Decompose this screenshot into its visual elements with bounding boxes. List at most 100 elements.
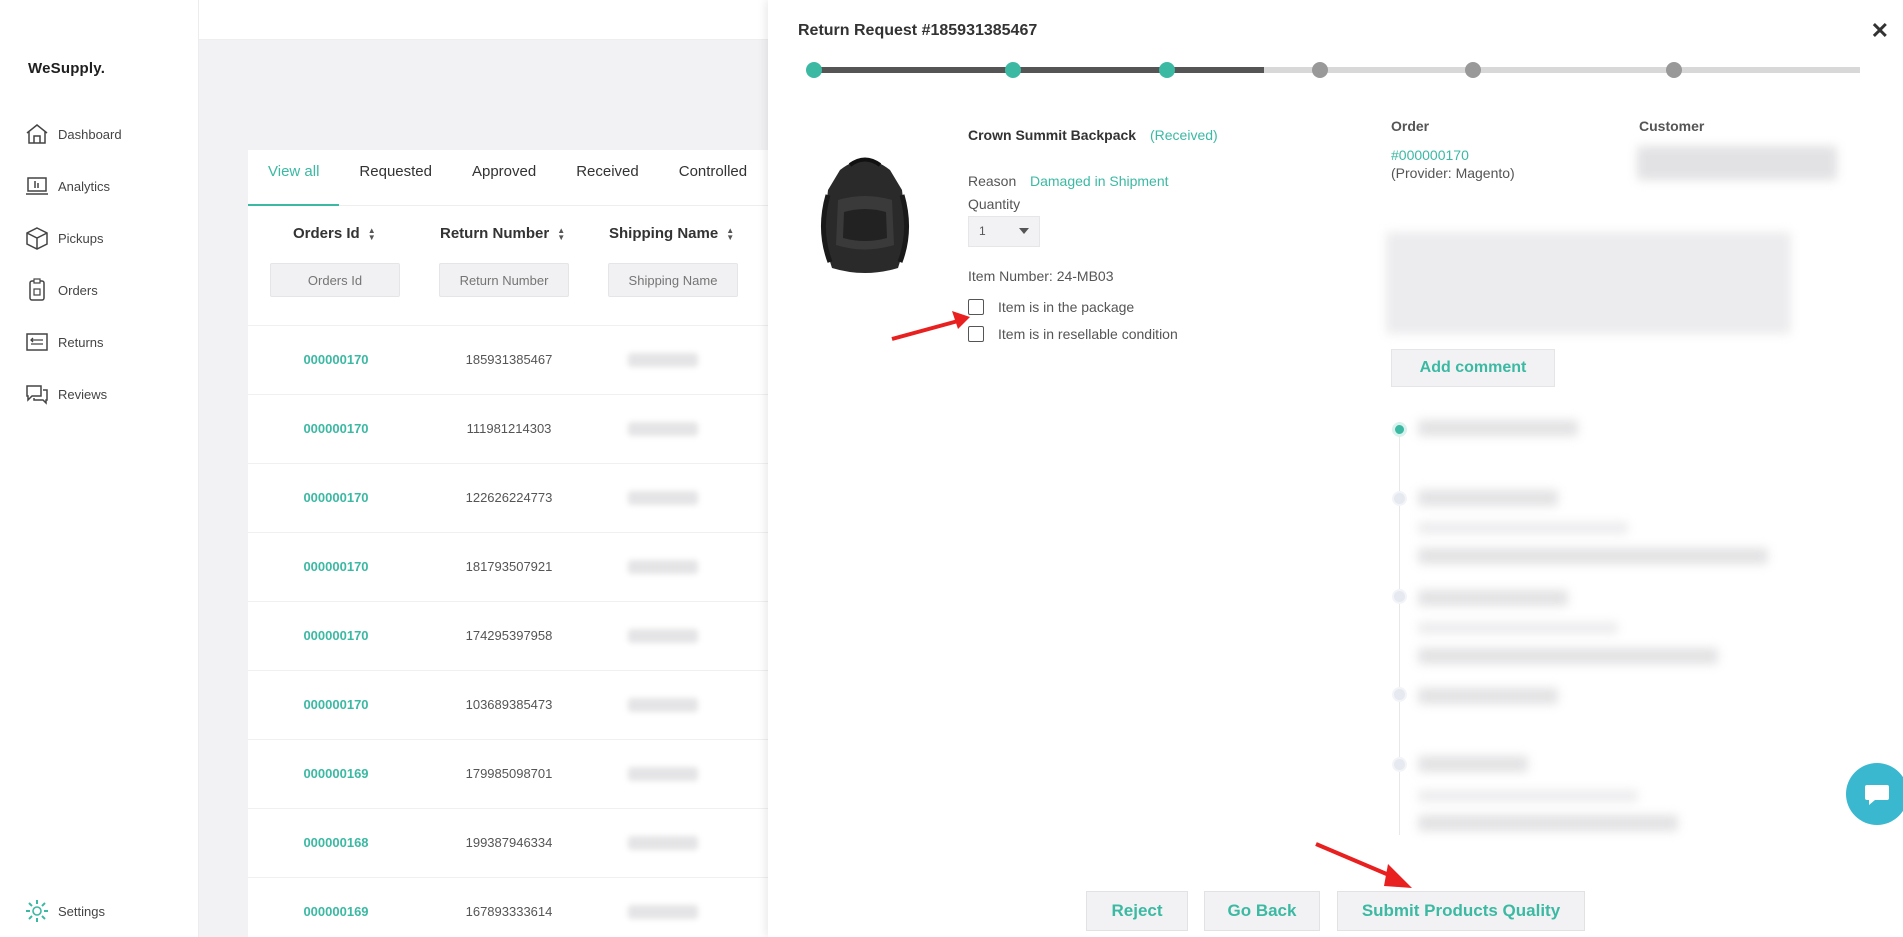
tab-approved[interactable]: Approved (452, 150, 556, 206)
progress-step (1004, 62, 1021, 78)
shipping-name-redacted (628, 422, 698, 436)
table-row[interactable]: 000000170 111981214303 (248, 394, 769, 463)
table-row[interactable]: 000000169 167893333614 (248, 877, 769, 937)
return-number: 179985098701 (465, 766, 553, 781)
sidebar-item-orders[interactable]: Orders (24, 264, 122, 316)
sidebar-item-label: Pickups (58, 230, 104, 246)
table-row[interactable]: 000000170 181793507921 (248, 532, 769, 601)
return-request-panel: Return Request #185931385467 ✕ Crown Sum… (768, 0, 1903, 937)
orders-id-filter[interactable] (270, 263, 400, 297)
sidebar-item-label: Returns (58, 334, 104, 350)
order-id-link[interactable]: 000000170 (248, 490, 424, 505)
column-header-shipping-name[interactable]: Shipping Name ▲ ▼ (609, 225, 734, 242)
return-number: 185931385467 (465, 352, 553, 367)
sidebar-item-pickups[interactable]: Pickups (24, 212, 122, 264)
table-row[interactable]: 000000170 185931385467 (248, 325, 769, 394)
order-id-link[interactable]: 000000170 (248, 352, 424, 367)
order-id-link[interactable]: 000000170 (248, 421, 424, 436)
tab-controlled[interactable]: Controlled (659, 150, 767, 206)
table-row[interactable]: 000000170 122626224773 (248, 463, 769, 532)
shipping-name-redacted (628, 560, 698, 574)
order-id-link[interactable]: 000000168 (248, 835, 424, 850)
order-id-link[interactable]: 000000169 (248, 904, 424, 919)
chat-icon (26, 385, 48, 405)
box-icon (26, 227, 48, 250)
order-id-link[interactable]: 000000170 (248, 697, 424, 712)
product-name: Crown Summit Backpack (968, 127, 1137, 143)
shipping-name-redacted (628, 491, 698, 505)
timeline-dot (1392, 687, 1407, 702)
shipping-name-filter[interactable] (608, 263, 738, 297)
shipping-name-redacted (628, 353, 698, 367)
tab-requested[interactable]: Requested (339, 150, 452, 206)
order-link[interactable]: #000000170 (1391, 147, 1469, 163)
order-label: Order (1391, 118, 1430, 134)
sort-icon[interactable]: ▲ ▼ (557, 226, 565, 241)
sort-icon[interactable]: ▲ ▼ (368, 226, 376, 241)
add-comment-button[interactable]: Add comment (1391, 349, 1555, 387)
order-provider: (Provider: Magento) (1391, 165, 1515, 181)
sidebar-item-dashboard[interactable]: Dashboard (24, 108, 122, 160)
checkbox-label: Item is in resellable condition (998, 326, 1178, 342)
timeline-entry-redacted (1418, 815, 1678, 831)
sidebar-item-label: Orders (58, 282, 98, 298)
reject-button[interactable]: Reject (1086, 891, 1188, 931)
customer-label: Customer (1639, 118, 1705, 134)
go-back-button[interactable]: Go Back (1204, 891, 1320, 931)
panel-title: Return Request #185931385467 (798, 22, 1038, 39)
timeline-dot (1392, 589, 1407, 604)
tab-view-all[interactable]: View all (248, 150, 340, 206)
return-number: 199387946334 (465, 835, 553, 850)
shipping-name-redacted (628, 905, 698, 919)
brand-logo: WeSupply. (28, 60, 106, 77)
shipping-name-redacted (628, 698, 698, 712)
submit-products-quality-button[interactable]: Submit Products Quality (1337, 891, 1585, 931)
return-number-filter[interactable] (439, 263, 569, 297)
column-header-orders-id[interactable]: Orders Id ▲ ▼ (293, 225, 376, 242)
order-id-link[interactable]: 000000169 (248, 766, 424, 781)
sidebar-item-reviews[interactable]: Reviews (24, 368, 122, 420)
sidebar-item-returns[interactable]: Returns (24, 316, 122, 368)
table-body: 000000170 185931385467 000000170 111981214… (248, 325, 769, 937)
column-header-label: Return Number (440, 225, 550, 242)
sidebar-item-analytics[interactable]: Analytics (24, 160, 122, 212)
quantity-select[interactable]: 1 (968, 216, 1040, 247)
close-icon[interactable]: ✕ (1871, 18, 1889, 44)
return-number: 174295397958 (465, 628, 553, 643)
address-info-redacted (1386, 232, 1791, 334)
checkbox-label: Item is in the package (998, 299, 1135, 315)
table-header: Orders Id ▲ ▼ Return Number ▲ ▼ Shipping N… (248, 225, 769, 305)
return-number: 122626224773 (465, 490, 553, 505)
checkbox-box[interactable] (968, 299, 984, 315)
reason-value: Damaged in Shipment (1030, 173, 1169, 189)
order-id-link[interactable]: 000000170 (248, 628, 424, 643)
timeline-entry-redacted (1418, 490, 1558, 506)
progress-step (1158, 62, 1175, 78)
gear-icon (26, 900, 48, 922)
return-number: 181793507921 (465, 559, 553, 574)
timeline-dot (1392, 491, 1407, 506)
checkbox-box[interactable] (968, 326, 984, 342)
sidebar-item-label: Dashboard (58, 126, 122, 142)
table-row[interactable]: 000000170 174295397958 (248, 601, 769, 670)
table-row[interactable]: 000000169 179985098701 (248, 739, 769, 808)
progress-step (1312, 62, 1329, 78)
sort-icon[interactable]: ▲ ▼ (726, 226, 734, 241)
item-in-package-checkbox[interactable]: Item is in the package (968, 299, 1134, 315)
table-row[interactable]: 000000170 103689385473 (248, 670, 769, 739)
table-row[interactable]: 000000168 199387946334 (248, 808, 769, 877)
sidebar-item-settings[interactable]: Settings (24, 898, 105, 924)
order-id-link[interactable]: 000000170 (248, 559, 424, 574)
sidebar-nav: Dashboard Analytics Pickups Orders Retur… (24, 108, 122, 420)
tab-received[interactable]: Received (556, 150, 659, 206)
chat-widget-button[interactable] (1846, 763, 1903, 825)
shipping-name-redacted (628, 629, 698, 643)
progress-step (1464, 62, 1481, 78)
sidebar: WeSupply. Dashboard Analytics Pickups Or… (0, 0, 199, 937)
timeline-entry-redacted (1418, 688, 1558, 704)
top-bar (199, 0, 769, 40)
timeline-entry-redacted (1418, 548, 1768, 564)
item-resellable-checkbox[interactable]: Item is in resellable condition (968, 326, 1178, 342)
column-header-return-number[interactable]: Return Number ▲ ▼ (440, 225, 565, 242)
progress-stepper (806, 62, 1860, 78)
